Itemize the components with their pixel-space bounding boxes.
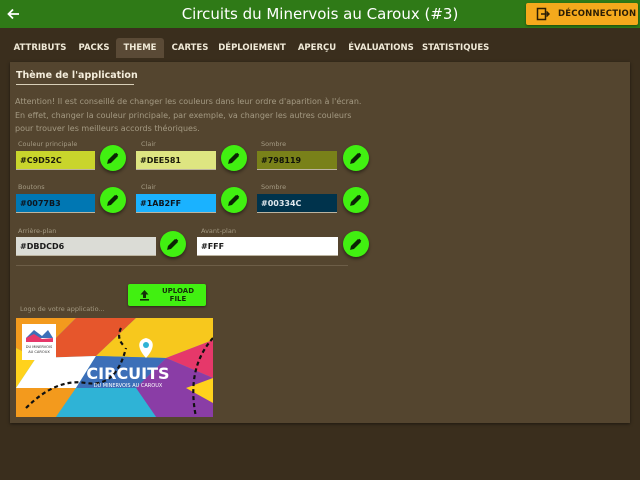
edit-buttons-light-button[interactable] <box>221 187 247 213</box>
tab-bar: Attributs Packs Theme Cartes Déploiement… <box>0 28 640 60</box>
logout-label: Déconnection <box>558 9 637 19</box>
logout-icon <box>536 7 551 21</box>
logo-label: Logo de votre applicatio... <box>20 305 105 313</box>
warning-text: Attention! Il est conseillé de changer l… <box>15 97 362 134</box>
upload-icon <box>139 289 150 301</box>
tab-evaluations[interactable]: Évaluations <box>348 38 414 58</box>
primary-dark-field[interactable]: #798119 <box>257 151 337 170</box>
buttons-color-label: Boutons <box>18 183 45 191</box>
tab-apercu[interactable]: Aperçu <box>292 38 342 58</box>
edit-background-button[interactable] <box>160 231 186 257</box>
title-underline <box>16 84 134 85</box>
section-divider <box>16 265 348 266</box>
primary-dark-label: Sombre <box>261 140 287 148</box>
pencil-icon <box>228 194 240 206</box>
edit-foreground-button[interactable] <box>343 231 369 257</box>
primary-color-field[interactable]: #C9D52C <box>16 151 95 170</box>
tab-cartes[interactable]: Cartes <box>168 38 212 58</box>
logo-preview: DU MINERVOIS AU CAROUX CIRCUITS DU MINER… <box>16 318 213 417</box>
section-title: Thème de l'application <box>16 70 138 81</box>
tab-theme[interactable]: Theme <box>116 38 164 58</box>
logout-button[interactable]: Déconnection <box>526 3 638 25</box>
foreground-color-field[interactable]: #FFF <box>197 237 338 256</box>
edit-buttons-dark-button[interactable] <box>343 187 369 213</box>
logo-subline: DU MINERVOIS AU CAROUX <box>94 383 163 389</box>
pencil-icon <box>228 152 240 164</box>
tab-packs[interactable]: Packs <box>72 38 116 58</box>
app-header: Circuits du Minervois au Caroux (#3) Déc… <box>0 0 640 28</box>
primary-light-field[interactable]: #DEE581 <box>136 151 216 170</box>
edit-buttons-button[interactable] <box>100 187 126 213</box>
pencil-icon <box>107 194 119 206</box>
edit-primary-button[interactable] <box>100 145 126 171</box>
edit-primary-dark-button[interactable] <box>343 145 369 171</box>
logo-artwork: DU MINERVOIS AU CAROUX CIRCUITS DU MINER… <box>16 318 213 417</box>
primary-color-label: Couleur principale <box>18 140 78 148</box>
buttons-dark-field[interactable]: #00334C <box>257 194 337 213</box>
tab-statistiques[interactable]: Statistiques <box>422 38 489 58</box>
edit-primary-light-button[interactable] <box>221 145 247 171</box>
logo-brand-line-2: AU CAROUX <box>28 350 50 354</box>
tab-deploiement[interactable]: Déploiement <box>218 38 286 58</box>
buttons-light-field[interactable]: #1AB2FF <box>136 194 216 213</box>
theme-panel: Thème de l'application Attention! Il est… <box>10 62 630 423</box>
pencil-icon <box>107 152 119 164</box>
buttons-color-field[interactable]: #0077B3 <box>16 194 95 213</box>
pencil-icon <box>167 238 179 250</box>
upload-label: Upload file <box>161 287 195 303</box>
buttons-dark-label: Sombre <box>261 183 287 191</box>
pencil-icon <box>350 152 362 164</box>
foreground-color-label: Avant-plan <box>201 227 236 235</box>
background-color-label: Arrière-plan <box>18 227 57 235</box>
upload-file-button[interactable]: Upload file <box>128 284 206 306</box>
logo-headline: CIRCUITS <box>86 364 169 383</box>
primary-light-label: Clair <box>141 140 156 148</box>
logo-brand-line-1: DU MINERVOIS <box>26 345 53 349</box>
pencil-icon <box>350 238 362 250</box>
background-color-field[interactable]: #DBDCD6 <box>16 237 156 256</box>
tab-attributs[interactable]: Attributs <box>12 38 68 58</box>
buttons-light-label: Clair <box>141 183 156 191</box>
pencil-icon <box>350 194 362 206</box>
